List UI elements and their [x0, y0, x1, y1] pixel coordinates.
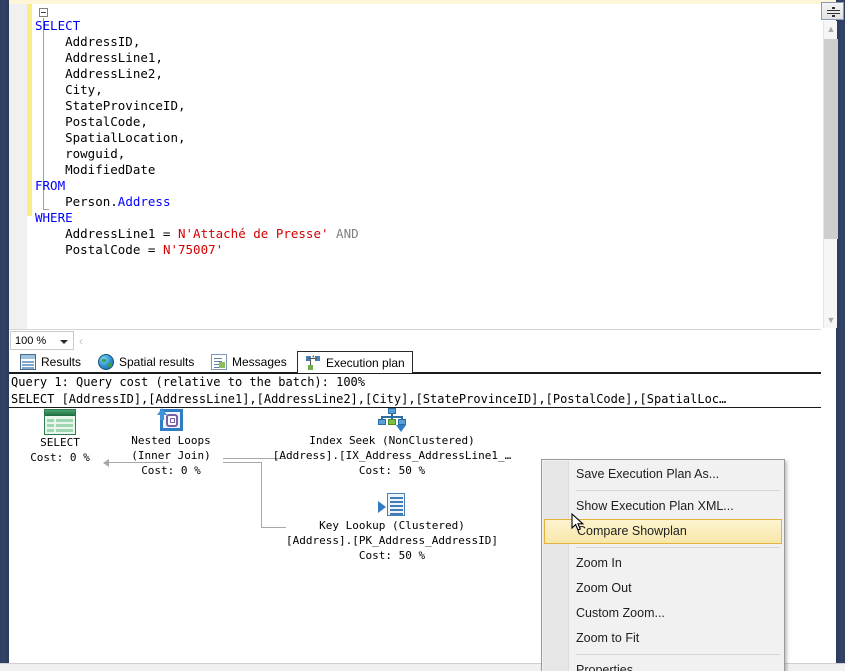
context-menu-item-label: Custom Zoom...: [576, 606, 665, 620]
ssms-window: SELECT AddressID, AddressLine1, AddressL…: [0, 0, 845, 671]
nested-loops-icon: [157, 407, 185, 433]
outline-collapse-icon[interactable]: [39, 8, 48, 17]
chevron-down-icon: [60, 340, 68, 344]
plan-node-seek-subtitle: [Address].[IX_Address_AddressLine1_…: [272, 449, 512, 462]
context-menu-separator: [576, 654, 780, 655]
plan-node-seek-title: Index Seek (NonClustered): [309, 434, 475, 447]
context-menu-item-label: Properties: [576, 663, 633, 671]
result-tab-label: Execution plan: [326, 355, 405, 370]
plan-context-menu[interactable]: Save Execution Plan As... Show Execution …: [541, 459, 785, 671]
context-menu-separator: [576, 490, 780, 491]
scroll-down-arrow-icon[interactable]: ▼: [824, 312, 838, 328]
sql-code-text[interactable]: SELECT AddressID, AddressLine1, AddressL…: [35, 18, 359, 258]
context-menu-item-zoom-in[interactable]: Zoom In: [542, 551, 784, 576]
result-tab-label: Results: [41, 355, 82, 369]
plan-node-loops-title: Nested Loops: [131, 434, 211, 447]
context-menu-separator: [576, 547, 780, 548]
plan-query-cost-line: Query 1: Query cost (relative to the bat…: [11, 375, 366, 389]
plan-node-key-lookup[interactable]: Key Lookup (Clustered) [Address].[PK_Add…: [267, 492, 517, 563]
result-tab-execution-plan[interactable]: * Execution plan: [297, 351, 413, 373]
result-tab-label: Spatial results: [119, 355, 195, 369]
context-menu-item-label: Zoom In: [576, 556, 622, 570]
plan-node-nested-loops[interactable]: Nested Loops (Inner Join) Cost: 0 %: [117, 407, 225, 478]
zoom-level-select[interactable]: 100 %: [10, 331, 74, 350]
globe-icon: [98, 354, 114, 370]
plan-node-select[interactable]: SELECT Cost: 0 %: [17, 409, 103, 465]
key-lookup-icon: [378, 492, 406, 518]
navigate-back-icon[interactable]: ‹: [79, 334, 83, 348]
select-result-icon: [44, 409, 76, 435]
result-tab-label: Messages: [232, 355, 287, 369]
result-tab-strip[interactable]: Results Spatial results Messages * Execution…: [9, 351, 821, 373]
window-frame-left: [0, 0, 9, 671]
context-menu-item-label: Compare Showplan: [577, 524, 687, 538]
zoom-level-value: 100 %: [15, 335, 47, 347]
plan-node-seek-cost: Cost: 50 %: [358, 464, 426, 477]
mouse-cursor-icon: [571, 512, 585, 538]
plan-node-select-title: SELECT: [40, 436, 80, 449]
editor-change-bar: [27, 4, 32, 216]
context-menu-item-label: Show Execution Plan XML...: [576, 499, 734, 513]
scrollbar-thumb[interactable]: [824, 39, 838, 239]
context-menu-item-zoom-out[interactable]: Zoom Out: [542, 576, 784, 601]
result-tab-spatial-results[interactable]: Spatial results: [91, 351, 201, 373]
editor-change-bar-empty: [27, 216, 32, 329]
plan-node-loops-subtitle: (Inner Join): [131, 449, 211, 462]
document-icon: [211, 354, 227, 370]
context-menu-item-save-execution-plan-as[interactable]: Save Execution Plan As...: [542, 462, 784, 487]
editor-indicator-margin: [9, 4, 27, 329]
sql-editor-pane[interactable]: SELECT AddressID, AddressLine1, AddressL…: [9, 4, 821, 329]
plan-query-text-line: SELECT [AddressID],[AddressLine1],[Addre…: [11, 392, 727, 406]
plan-node-loops-cost: Cost: 0 %: [141, 464, 201, 477]
editor-split-button[interactable]: [821, 2, 844, 20]
plan-header: Query 1: Query cost (relative to the bat…: [9, 374, 821, 408]
connector-arrow-icon: [103, 459, 109, 467]
scroll-up-arrow-icon[interactable]: ▲: [824, 21, 838, 37]
plan-node-lookup-cost: Cost: 50 %: [358, 549, 426, 562]
result-tab-messages[interactable]: Messages: [204, 351, 294, 373]
plan-tree-icon: *: [305, 355, 321, 371]
context-menu-item-label: Save Execution Plan As...: [576, 467, 720, 481]
connector-branch-vertical: [261, 462, 262, 527]
grid-icon: [20, 354, 36, 370]
context-menu-item-properties[interactable]: Properties: [542, 658, 784, 671]
plan-node-select-cost: Cost: 0 %: [30, 451, 90, 464]
plan-node-index-seek[interactable]: Index Seek (NonClustered) [Address].[IX_…: [267, 407, 517, 478]
editor-vertical-scrollbar[interactable]: ▲ ▼: [823, 21, 838, 328]
context-menu-item-label: Zoom Out: [576, 581, 632, 595]
connector-loops-branch-stub: [223, 462, 261, 463]
context-menu-item-zoom-to-fit[interactable]: Zoom to Fit: [542, 626, 784, 651]
result-tab-results[interactable]: Results: [13, 351, 88, 373]
editor-zoom-bar: 100 % ‹: [9, 329, 821, 351]
index-seek-icon: [377, 407, 407, 433]
plan-node-lookup-title: Key Lookup (Clustered): [319, 519, 465, 532]
plan-node-lookup-subtitle: [Address].[PK_Address_AddressID]: [286, 534, 498, 547]
context-menu-item-label: Zoom to Fit: [576, 631, 640, 645]
context-menu-item-custom-zoom[interactable]: Custom Zoom...: [542, 601, 784, 626]
